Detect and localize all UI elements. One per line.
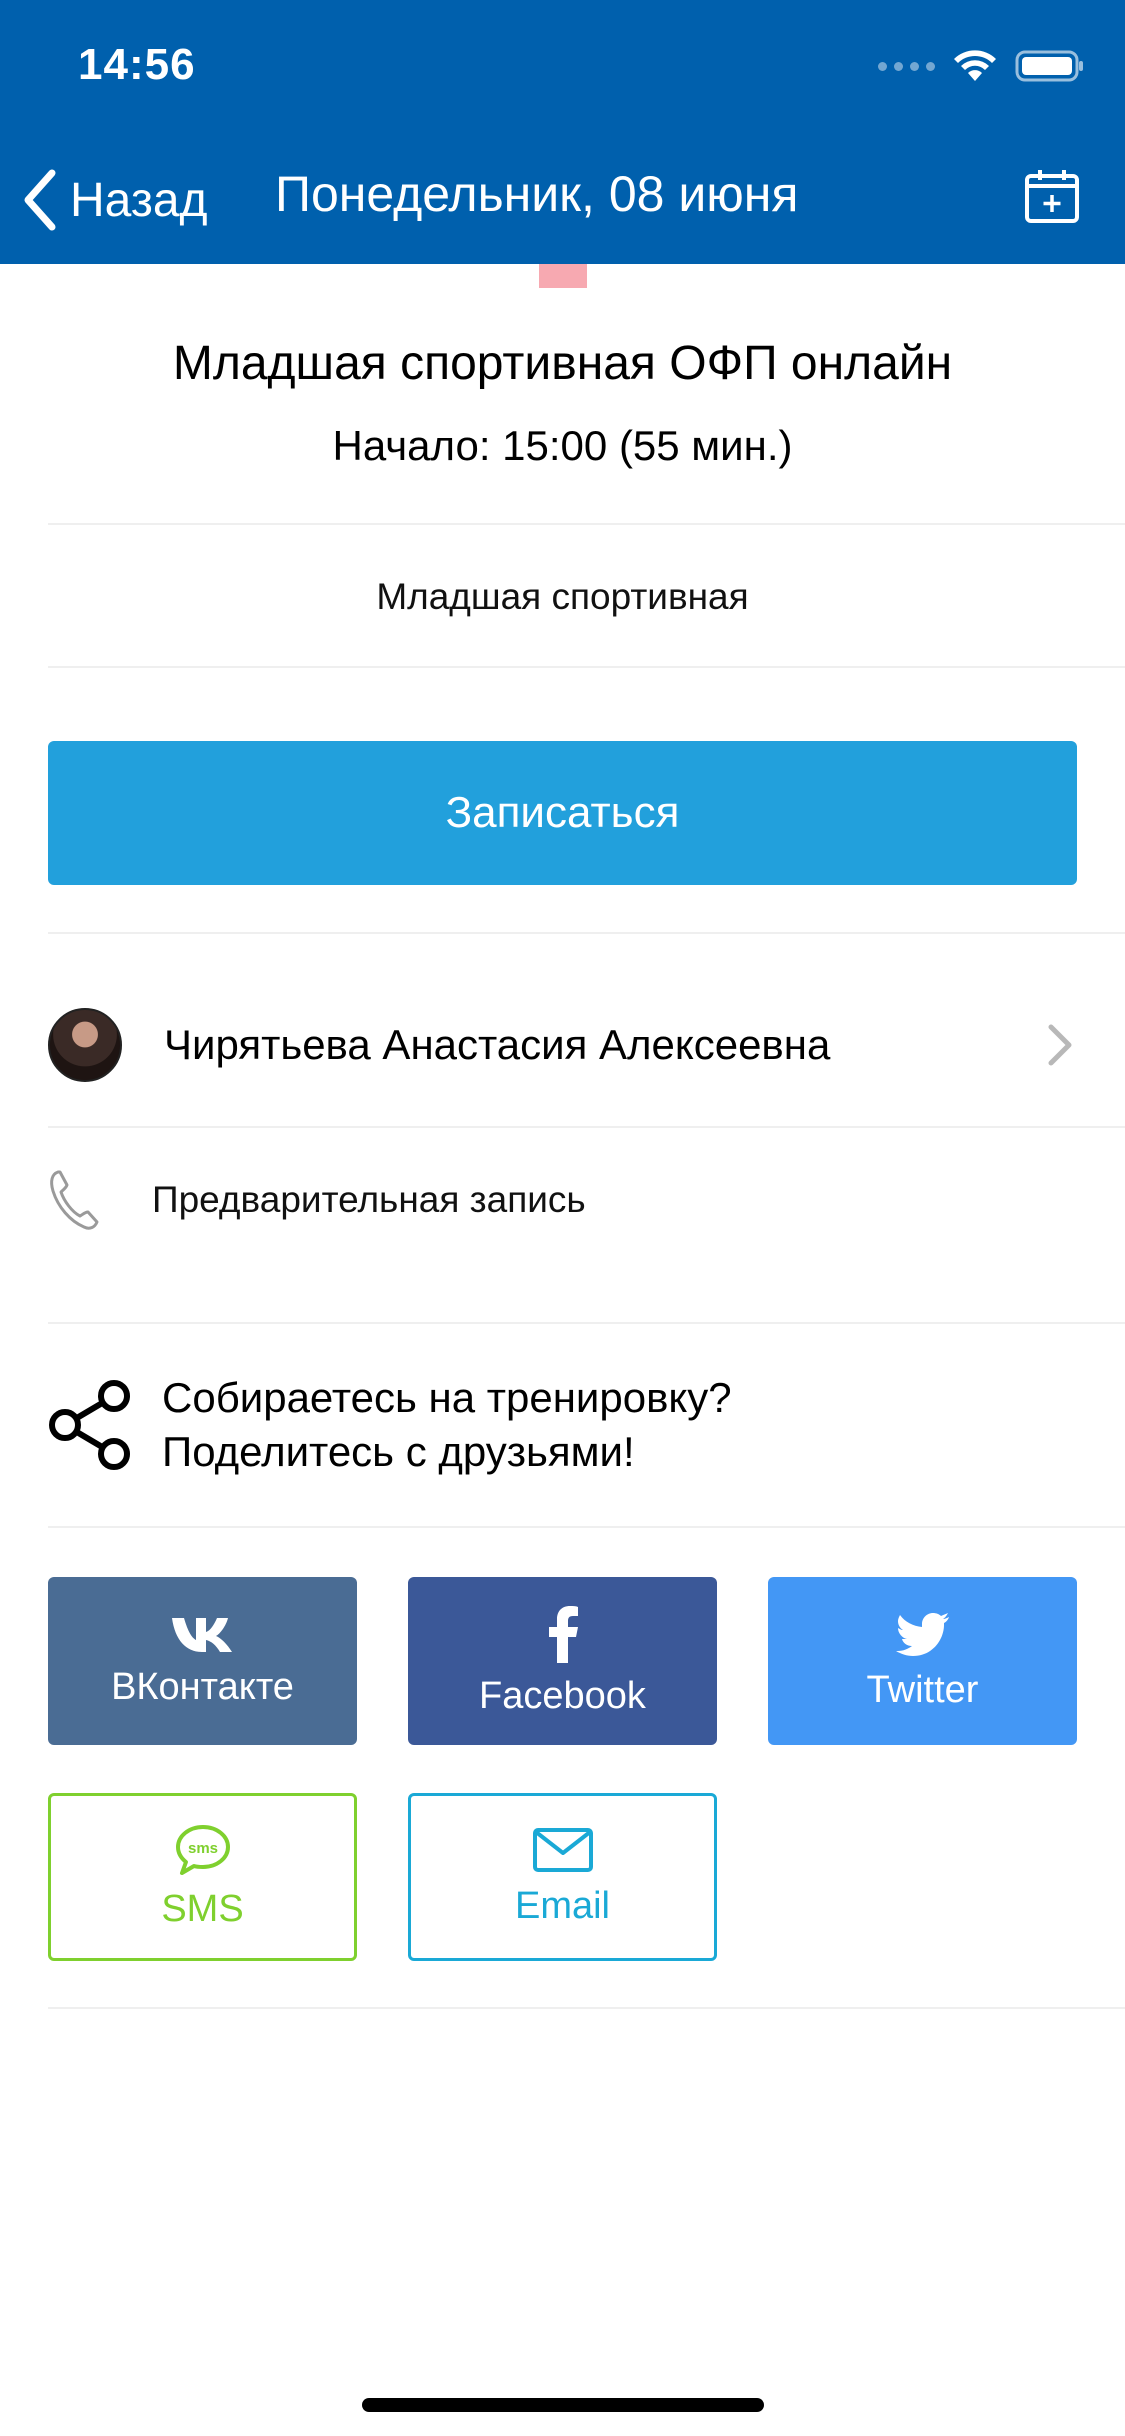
divider: [48, 666, 1125, 668]
signal-icon: [878, 61, 935, 71]
color-marker: [539, 264, 587, 288]
share-text: Собираетесь на тренировку? Поделитесь с …: [162, 1371, 732, 1479]
svg-text:sms: sms: [187, 1840, 217, 1857]
share-text-line2: Поделитесь с друзьями!: [162, 1428, 635, 1475]
email-label: Email: [514, 1884, 611, 1927]
twitter-label: Twitter: [866, 1668, 979, 1711]
share-sms-button[interactable]: sms SMS: [48, 1793, 357, 1961]
share-email-button[interactable]: Email: [408, 1793, 717, 1961]
avatar: [48, 1008, 122, 1082]
trainer-name: Чирятьева Анастасия Алексеевна: [164, 1021, 831, 1068]
booking-row: Предварительная запись: [48, 1160, 1077, 1240]
vk-label: ВКонтакте: [111, 1665, 294, 1708]
top-bar: 14:56 Назад Понедельник, 08 июня: [0, 0, 1125, 264]
calendar-add-icon[interactable]: [1024, 168, 1080, 224]
facebook-icon: [548, 1605, 578, 1663]
divider: [48, 1322, 1125, 1324]
facebook-label: Facebook: [479, 1674, 646, 1717]
chevron-right-icon: [1048, 1024, 1072, 1066]
divider: [48, 1526, 1125, 1528]
booking-label: Предварительная запись: [152, 1179, 586, 1220]
envelope-icon: [532, 1827, 593, 1872]
page-title: Понедельник, 08 июня: [275, 166, 799, 222]
status-time: 14:56: [78, 40, 196, 89]
sms-icon: sms: [175, 1824, 230, 1875]
share-vk-button[interactable]: ВКонтакте: [48, 1577, 357, 1745]
signup-button[interactable]: Записаться: [48, 741, 1077, 885]
back-button[interactable]: Назад: [22, 160, 208, 240]
vk-icon: [171, 1617, 232, 1652]
battery-icon: [1015, 50, 1083, 82]
wifi-icon: [954, 50, 996, 81]
status-icons: [878, 44, 1085, 88]
share-twitter-button[interactable]: Twitter: [768, 1577, 1077, 1745]
divider: [48, 2007, 1125, 2009]
share-prompt: Собираетесь на тренировку? Поделитесь с …: [48, 1374, 1077, 1475]
event-group: Младшая спортивная: [376, 576, 749, 617]
divider: [48, 523, 1125, 525]
home-indicator[interactable]: [362, 2398, 764, 2412]
event-start-time: Начало: 15:00 (55 мин.): [332, 422, 793, 469]
trainer-row[interactable]: Чирятьева Анастасия Алексеевна: [48, 1005, 1077, 1085]
share-text-line1: Собираетесь на тренировку?: [162, 1374, 732, 1421]
twitter-icon: [895, 1612, 949, 1656]
back-label: Назад: [70, 173, 208, 227]
sms-label: SMS: [161, 1887, 244, 1930]
chevron-left-icon: [24, 169, 56, 231]
divider: [48, 1126, 1125, 1128]
share-icon: [49, 1380, 130, 1470]
divider: [48, 932, 1125, 934]
event-title: Младшая спортивная ОФП онлайн: [172, 337, 953, 390]
share-facebook-button[interactable]: Facebook: [408, 1577, 717, 1745]
phone-icon: [50, 1170, 99, 1230]
